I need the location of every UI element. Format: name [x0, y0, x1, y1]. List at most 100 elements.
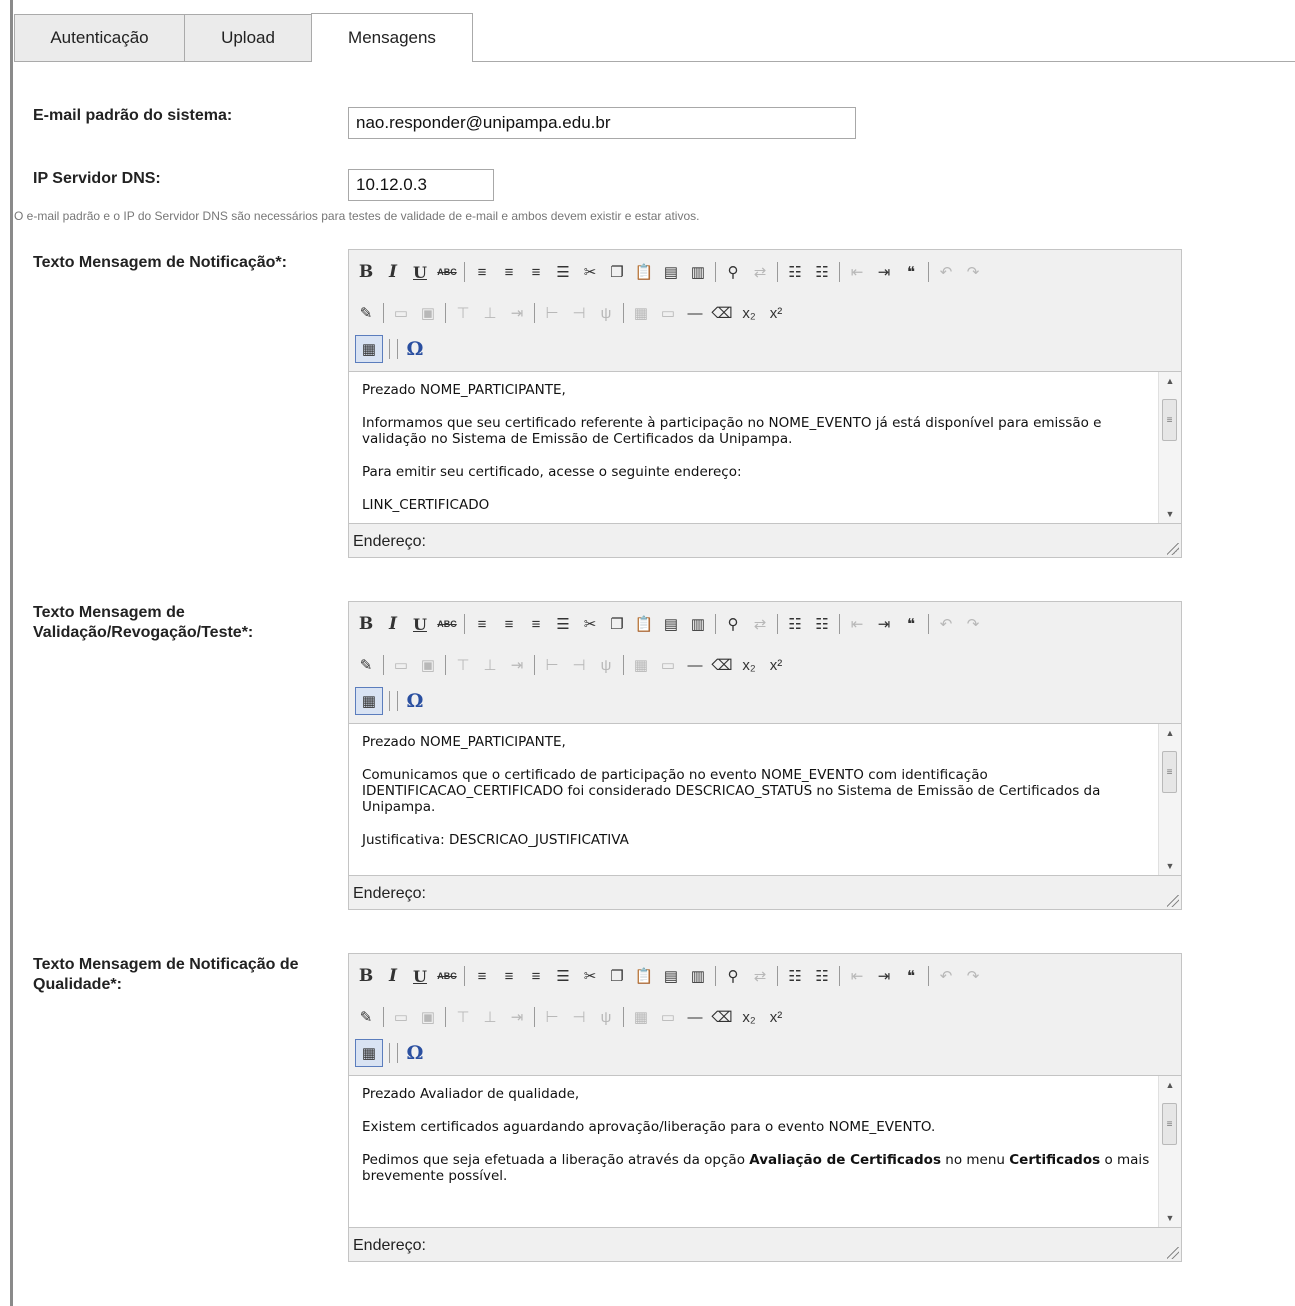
bold-button[interactable]: B [355, 965, 377, 987]
delete-col-icon[interactable]: ψ [595, 1006, 617, 1028]
resize-grip-icon[interactable] [1167, 895, 1179, 907]
editor-scrollbar[interactable]: ▲ ≡ ▼ [1158, 1076, 1181, 1227]
table-cell-props-icon[interactable]: ▣ [417, 302, 439, 324]
scroll-down-icon[interactable]: ▼ [1159, 505, 1181, 523]
delete-row-icon[interactable]: ⇥ [506, 654, 528, 676]
bullet-list-icon[interactable]: ☷ [784, 261, 806, 283]
superscript-icon[interactable]: x² [765, 654, 787, 676]
scroll-up-icon[interactable]: ▲ [1159, 724, 1181, 742]
outdent-icon[interactable]: ⇤ [846, 613, 868, 635]
undo-icon[interactable]: ↶ [935, 261, 957, 283]
cut-icon[interactable]: ✂ [579, 613, 601, 635]
numbered-list-icon[interactable]: ☷ [811, 613, 833, 635]
insert-row-after-icon[interactable]: ⊥ [479, 302, 501, 324]
paste-word-icon[interactable]: ▥ [687, 613, 709, 635]
email-field[interactable] [348, 107, 856, 139]
merge-cells-icon[interactable]: ▭ [657, 1006, 679, 1028]
underline-button[interactable]: U [409, 965, 431, 987]
paste-word-icon[interactable]: ▥ [687, 965, 709, 987]
bullet-list-icon[interactable]: ☷ [784, 965, 806, 987]
resize-grip-icon[interactable] [1167, 543, 1179, 555]
paste-text-icon[interactable]: ▤ [660, 261, 682, 283]
indent-icon[interactable]: ⇥ [873, 965, 895, 987]
undo-icon[interactable]: ↶ [935, 965, 957, 987]
edit-html-icon[interactable]: ✎ [355, 1006, 377, 1028]
italic-button[interactable]: I [382, 613, 404, 635]
scroll-thumb[interactable]: ≡ [1162, 399, 1177, 441]
special-character-button[interactable]: Ω [404, 338, 426, 360]
subscript-icon[interactable]: x₂ [738, 1006, 760, 1028]
align-right-icon[interactable]: ≡ [525, 261, 547, 283]
remove-format-icon[interactable]: ⌫ [711, 1006, 733, 1028]
table-row-props-icon[interactable]: ▭ [390, 654, 412, 676]
redo-icon[interactable]: ↷ [962, 261, 984, 283]
tab-autenticacao[interactable]: Autenticação [14, 14, 185, 61]
scroll-thumb[interactable]: ≡ [1162, 1103, 1177, 1145]
insert-col-before-icon[interactable]: ⊢ [541, 1006, 563, 1028]
edit-html-icon[interactable]: ✎ [355, 302, 377, 324]
horizontal-rule-icon[interactable]: — [684, 1006, 706, 1028]
bold-button[interactable]: B [355, 613, 377, 635]
replace-icon[interactable]: ⇄ [749, 261, 771, 283]
indent-icon[interactable]: ⇥ [873, 261, 895, 283]
insert-col-before-icon[interactable]: ⊢ [541, 654, 563, 676]
delete-col-icon[interactable]: ψ [595, 654, 617, 676]
insert-col-before-icon[interactable]: ⊢ [541, 302, 563, 324]
split-cells-icon[interactable]: ▦ [630, 302, 652, 324]
align-left-icon[interactable]: ≡ [471, 261, 493, 283]
remove-format-icon[interactable]: ⌫ [711, 654, 733, 676]
redo-icon[interactable]: ↷ [962, 613, 984, 635]
paste-icon[interactable]: 📋 [633, 261, 655, 283]
indent-icon[interactable]: ⇥ [873, 613, 895, 635]
align-justify-icon[interactable]: ☰ [552, 965, 574, 987]
paste-text-icon[interactable]: ▤ [660, 613, 682, 635]
align-right-icon[interactable]: ≡ [525, 613, 547, 635]
split-cells-icon[interactable]: ▦ [630, 654, 652, 676]
blockquote-icon[interactable]: ❝ [900, 965, 922, 987]
replace-icon[interactable]: ⇄ [749, 965, 771, 987]
table-icon[interactable]: ▦ [355, 1039, 383, 1067]
scroll-up-icon[interactable]: ▲ [1159, 372, 1181, 390]
insert-col-after-icon[interactable]: ⊣ [568, 302, 590, 324]
tab-upload[interactable]: Upload [184, 14, 312, 61]
scroll-down-icon[interactable]: ▼ [1159, 1209, 1181, 1227]
numbered-list-icon[interactable]: ☷ [811, 965, 833, 987]
italic-button[interactable]: I [382, 965, 404, 987]
bullet-list-icon[interactable]: ☷ [784, 613, 806, 635]
editor-scrollbar[interactable]: ▲ ≡ ▼ [1158, 372, 1181, 523]
underline-button[interactable]: U [409, 613, 431, 635]
find-icon[interactable]: ⚲ [722, 965, 744, 987]
paste-text-icon[interactable]: ▤ [660, 965, 682, 987]
paste-word-icon[interactable]: ▥ [687, 261, 709, 283]
bold-button[interactable]: B [355, 261, 377, 283]
horizontal-rule-icon[interactable]: — [684, 302, 706, 324]
underline-button[interactable]: U [409, 261, 431, 283]
insert-row-after-icon[interactable]: ⊥ [479, 654, 501, 676]
copy-icon[interactable]: ❐ [606, 261, 628, 283]
undo-icon[interactable]: ↶ [935, 613, 957, 635]
insert-row-after-icon[interactable]: ⊥ [479, 1006, 501, 1028]
redo-icon[interactable]: ↷ [962, 965, 984, 987]
table-row-props-icon[interactable]: ▭ [390, 302, 412, 324]
merge-cells-icon[interactable]: ▭ [657, 302, 679, 324]
insert-col-after-icon[interactable]: ⊣ [568, 1006, 590, 1028]
table-icon[interactable]: ▦ [355, 335, 383, 363]
delete-row-icon[interactable]: ⇥ [506, 302, 528, 324]
horizontal-rule-icon[interactable]: — [684, 654, 706, 676]
cut-icon[interactable]: ✂ [579, 261, 601, 283]
numbered-list-icon[interactable]: ☷ [811, 261, 833, 283]
align-justify-icon[interactable]: ☰ [552, 261, 574, 283]
resize-grip-icon[interactable] [1167, 1247, 1179, 1259]
strikethrough-button[interactable]: ABC [436, 613, 458, 635]
subscript-icon[interactable]: x₂ [738, 302, 760, 324]
copy-icon[interactable]: ❐ [606, 965, 628, 987]
tab-mensagens[interactable]: Mensagens [311, 13, 473, 62]
delete-col-icon[interactable]: ψ [595, 302, 617, 324]
align-justify-icon[interactable]: ☰ [552, 613, 574, 635]
editor-scrollbar[interactable]: ▲ ≡ ▼ [1158, 724, 1181, 875]
subscript-icon[interactable]: x₂ [738, 654, 760, 676]
table-cell-props-icon[interactable]: ▣ [417, 654, 439, 676]
superscript-icon[interactable]: x² [765, 1006, 787, 1028]
delete-row-icon[interactable]: ⇥ [506, 1006, 528, 1028]
paste-icon[interactable]: 📋 [633, 965, 655, 987]
